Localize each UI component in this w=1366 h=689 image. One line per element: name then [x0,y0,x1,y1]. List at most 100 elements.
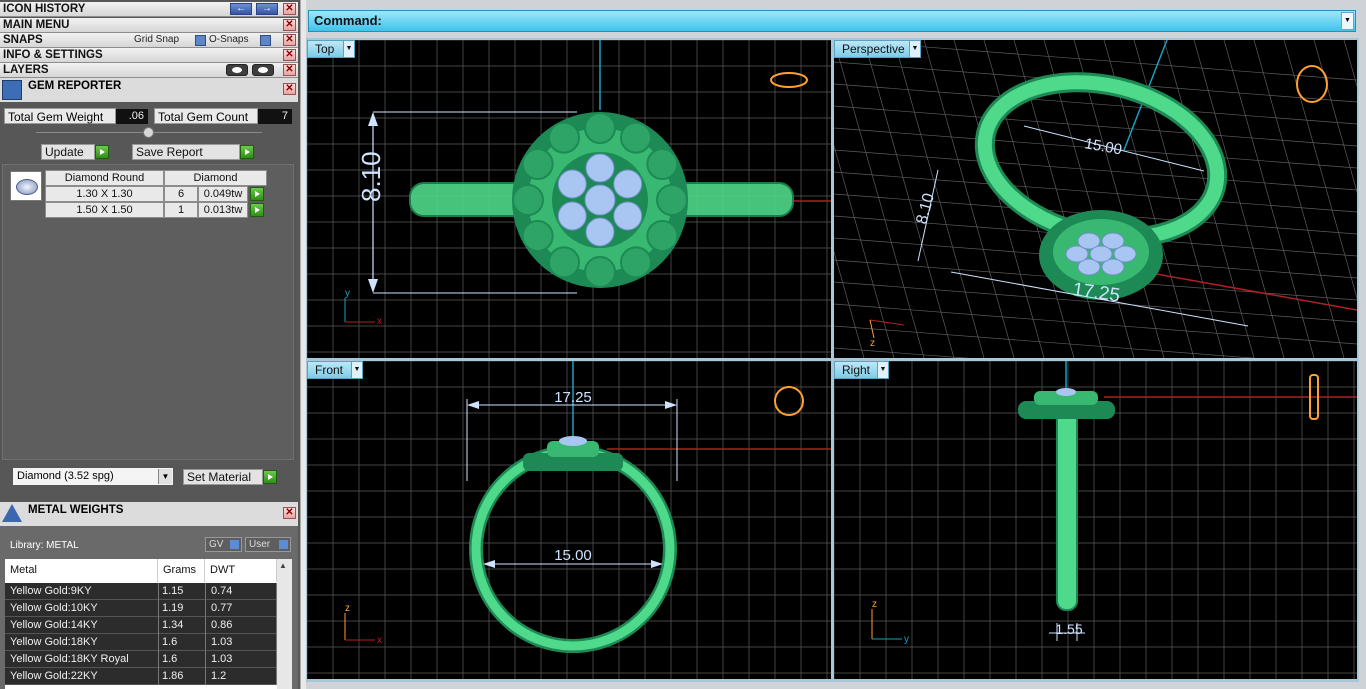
total-gem-count-value: 7 [258,109,292,124]
viewport-front[interactable]: 17.25 15.00 z x Front ▼ [307,361,831,679]
gem-reporter-icon [2,80,22,100]
chevron-down-icon[interactable]: ▼ [343,41,354,57]
arrow-left-icon[interactable]: ← [230,3,252,15]
chevron-down-icon[interactable]: ▼ [351,362,362,378]
gem-row-weight: 0.013tw [198,202,248,218]
viewport-perspective[interactable]: 15.00 8.10 17.25 z Perspective ▼ [834,40,1357,358]
column-divider [205,634,206,651]
table-row[interactable]: Yellow Gold:22KY 1.86 1.2 [5,668,277,685]
dim-shank-text: 1.55 [1055,621,1082,637]
command-bar[interactable]: Command: ▼ [308,10,1356,32]
metal-weights-header: METAL WEIGHTS ✕ [0,502,298,526]
gem-material-header: Diamond [164,170,267,186]
close-icon[interactable]: ✕ [283,19,296,31]
save-report-go-icon[interactable] [240,145,254,159]
chevron-down-icon[interactable]: ▼ [1341,12,1354,30]
gem [613,201,643,231]
ring-orientation-icon[interactable] [1296,65,1328,103]
tab-top[interactable]: Top ▼ [307,40,355,58]
chevron-down-icon[interactable]: ▼ [877,362,888,378]
axis-line [1133,269,1357,311]
metal-dwt-cell: 0.74 [211,585,233,597]
eye-icon[interactable] [252,64,274,76]
ring-orientation-icon[interactable] [774,386,804,416]
gv-button[interactable]: GV [205,537,242,552]
tab-front[interactable]: Front ▼ [307,361,363,379]
info-icon [230,540,239,549]
table-row[interactable]: Yellow Gold:9KY 1.15 0.74 [5,583,277,600]
viewport-label: Front [315,363,344,377]
gem-row-weight: 0.049tw [198,186,248,202]
chevron-down-icon[interactable]: ▼ [909,41,920,57]
close-icon[interactable]: ✕ [283,3,296,15]
save-report-button[interactable]: Save Report [132,144,240,160]
viewport-top[interactable]: 8.10 y x Top ▼ [307,40,831,358]
viewport-right[interactable]: 1.55 z y Right ▼ [834,361,1357,679]
icon-history-header[interactable]: ICON HISTORY ← → ✕ [0,2,298,17]
petal [620,246,652,279]
column-divider [205,668,206,685]
gem [559,436,587,446]
column-divider [158,583,159,600]
gem [584,184,616,216]
table-row[interactable]: Yellow Gold:14KY 1.34 0.86 [5,617,277,634]
grid-snap-toggle[interactable] [195,35,206,46]
gem-row-go-icon[interactable] [250,187,264,201]
gem-row-go-icon[interactable] [250,203,264,217]
grams-column-header[interactable]: Grams [158,559,205,582]
arrow-right-icon[interactable]: → [256,3,278,15]
close-icon[interactable]: ✕ [283,34,296,46]
layer-shade-icon[interactable] [226,64,248,76]
column-divider [158,617,159,634]
set-material-go-icon[interactable] [263,470,277,484]
gem [1056,388,1076,396]
scrollbar[interactable]: ▲ [277,559,292,689]
update-button[interactable]: Update [41,144,95,160]
dwt-column-header[interactable]: DWT [205,559,277,582]
table-row[interactable]: Yellow Gold:18KY 1.6 1.03 [5,634,277,651]
grid-line [1313,40,1357,194]
viewport-label: Perspective [842,42,905,56]
metal-grams-cell: 1.34 [162,619,184,631]
gem [557,169,587,199]
dim-inner-text: 15.00 [554,547,592,564]
grid-line [1253,40,1345,358]
user-label: User [249,539,271,550]
table-row[interactable]: Yellow Gold:10KY 1.19 0.77 [5,600,277,617]
metal-metal-cell: Yellow Gold:18KY [10,636,98,648]
axis-z-label: z [872,599,877,610]
close-icon[interactable]: ✕ [283,507,296,519]
material-select[interactable]: Diamond (3.52 spg) ▼ [12,467,174,486]
dim-arrow [368,112,378,126]
close-icon[interactable]: ✕ [283,83,296,95]
update-go-icon[interactable] [95,145,109,159]
dim-width-text: 15.00 [1083,135,1123,158]
left-panel: ICON HISTORY ← → ✕ MAIN MENU ✕ SNAPS Gri… [0,0,300,689]
close-icon[interactable]: ✕ [283,64,296,76]
metal-column-header[interactable]: Metal [5,559,158,582]
grid-line [1223,40,1315,358]
set-material-button[interactable]: Set Material [183,469,263,485]
collapse-handle[interactable] [143,127,154,138]
layers-header[interactable]: LAYERS ✕ [0,63,298,78]
table-row[interactable]: Yellow Gold:18KY Royal 1.6 1.03 [5,651,277,668]
metal-metal-cell: Yellow Gold:14KY [10,619,98,631]
chevron-down-icon[interactable]: ▼ [158,469,172,484]
ring-orientation-icon[interactable] [770,72,808,88]
chevron-up-icon[interactable]: ▲ [279,561,287,570]
metal-dwt-cell: 0.86 [211,619,233,631]
layers-label: LAYERS [3,64,49,76]
info-settings-header[interactable]: INFO & SETTINGS ✕ [0,48,298,63]
main-menu-header[interactable]: MAIN MENU ✕ [0,18,298,33]
tab-right[interactable]: Right ▼ [834,361,889,379]
metal-dwt-cell: 0.77 [211,602,233,614]
column-divider [205,600,206,617]
user-button[interactable]: User [245,537,291,552]
o-snaps-toggle[interactable] [260,35,271,46]
metal-dwt-cell: 1.03 [211,636,233,648]
axis-z-label: z [870,338,875,349]
snaps-header[interactable]: SNAPS Grid Snap O-Snaps ✕ [0,33,298,48]
metal-dwt-cell: 1.03 [211,653,233,665]
tab-perspective[interactable]: Perspective ▼ [834,40,921,58]
close-icon[interactable]: ✕ [283,49,296,61]
